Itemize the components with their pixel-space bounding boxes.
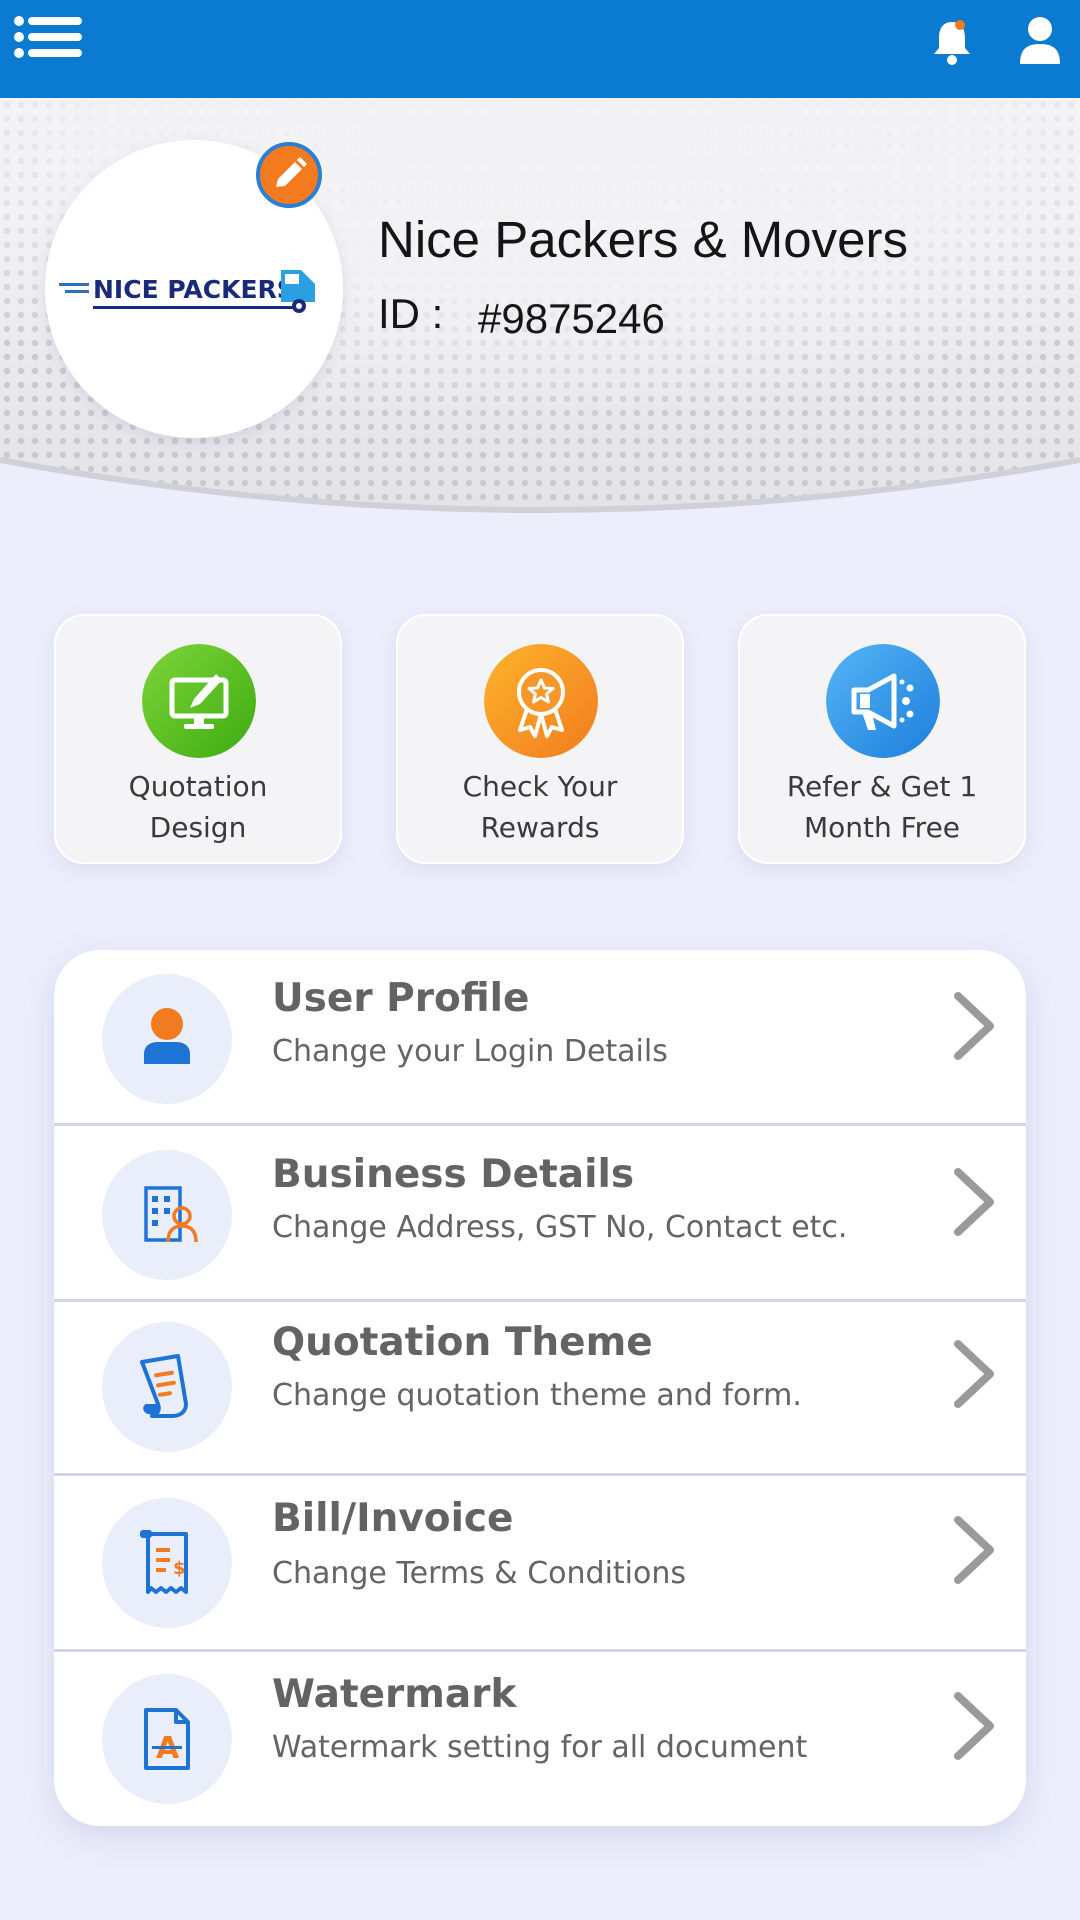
hamburger-menu-icon[interactable]: [14, 16, 84, 58]
user-icon: [144, 1008, 190, 1064]
settings-item-title: Watermark: [272, 1672, 517, 1717]
settings-item-subtitle: Change Address, GST No, Contact etc.: [272, 1210, 848, 1245]
icon-circle: [102, 1322, 232, 1452]
chevron-right-icon: [954, 1168, 994, 1236]
settings-list: User Profile Change your Login Details B…: [54, 950, 1026, 1826]
settings-item-quotation-theme[interactable]: Quotation Theme Change quotation theme a…: [54, 1300, 1026, 1476]
refer-and-earn-card[interactable]: Refer & Get 1 Month Free: [738, 614, 1026, 864]
settings-item-subtitle: Change your Login Details: [272, 1034, 668, 1069]
settings-item-title: Quotation Theme: [272, 1320, 653, 1365]
settings-item-title: Business Details: [272, 1152, 635, 1197]
quick-action-label: Refer & Get 1 Month Free: [786, 770, 978, 844]
award-ribbon-icon: [484, 644, 598, 758]
quotation-design-card[interactable]: Quotation Design: [54, 614, 342, 864]
settings-item-business-details[interactable]: Business Details Change Address, GST No,…: [54, 1126, 1026, 1302]
settings-item-subtitle: Change quotation theme and form.: [272, 1378, 802, 1413]
quick-action-label: Quotation Design: [128, 770, 268, 844]
invoice-receipt-icon: $: [140, 1530, 188, 1594]
svg-text:NICE PACKERS: NICE PACKERS: [93, 275, 295, 304]
top-app-bar: [0, 0, 1080, 98]
settings-item-title: Bill/Invoice: [272, 1496, 514, 1541]
settings-item-subtitle: Watermark setting for all document: [272, 1730, 808, 1765]
icon-circle: [102, 1150, 232, 1280]
icon-circle: $: [102, 1498, 232, 1628]
chevron-right-icon: [954, 1340, 994, 1408]
monitor-pen-icon: [142, 644, 256, 758]
user-account-icon[interactable]: [1018, 16, 1062, 66]
id-label: ID :: [378, 290, 444, 337]
edit-logo-button[interactable]: [256, 142, 322, 208]
megaphone-icon: [826, 644, 940, 758]
settings-item-user-profile[interactable]: User Profile Change your Login Details: [54, 950, 1026, 1126]
business-building-icon: [144, 1186, 198, 1243]
settings-item-title: User Profile: [272, 976, 530, 1021]
icon-circle: [102, 974, 232, 1104]
company-name: Nice Packers & Movers: [378, 211, 908, 268]
quick-action-label: Check Your Rewards: [462, 770, 618, 844]
svg-text:$: $: [173, 1558, 186, 1579]
pencil-icon: [276, 157, 307, 187]
chevron-right-icon: [954, 1692, 994, 1760]
chevron-right-icon: [954, 992, 994, 1060]
quotation-document-icon: [140, 1354, 188, 1418]
chevron-right-icon: [954, 1516, 994, 1584]
settings-item-subtitle: Change Terms & Conditions: [272, 1556, 686, 1591]
watermark-document-icon: A: [144, 1708, 190, 1770]
settings-item-watermark[interactable]: A Watermark Watermark setting for all do…: [54, 1652, 1026, 1826]
icon-circle: A: [102, 1674, 232, 1804]
check-rewards-card[interactable]: Check Your Rewards: [396, 614, 684, 864]
settings-item-bill-invoice[interactable]: $ Bill/Invoice Change Terms & Conditions: [54, 1476, 1026, 1652]
bell-notification-icon[interactable]: [930, 16, 974, 66]
id-value: #9875246: [478, 295, 665, 342]
